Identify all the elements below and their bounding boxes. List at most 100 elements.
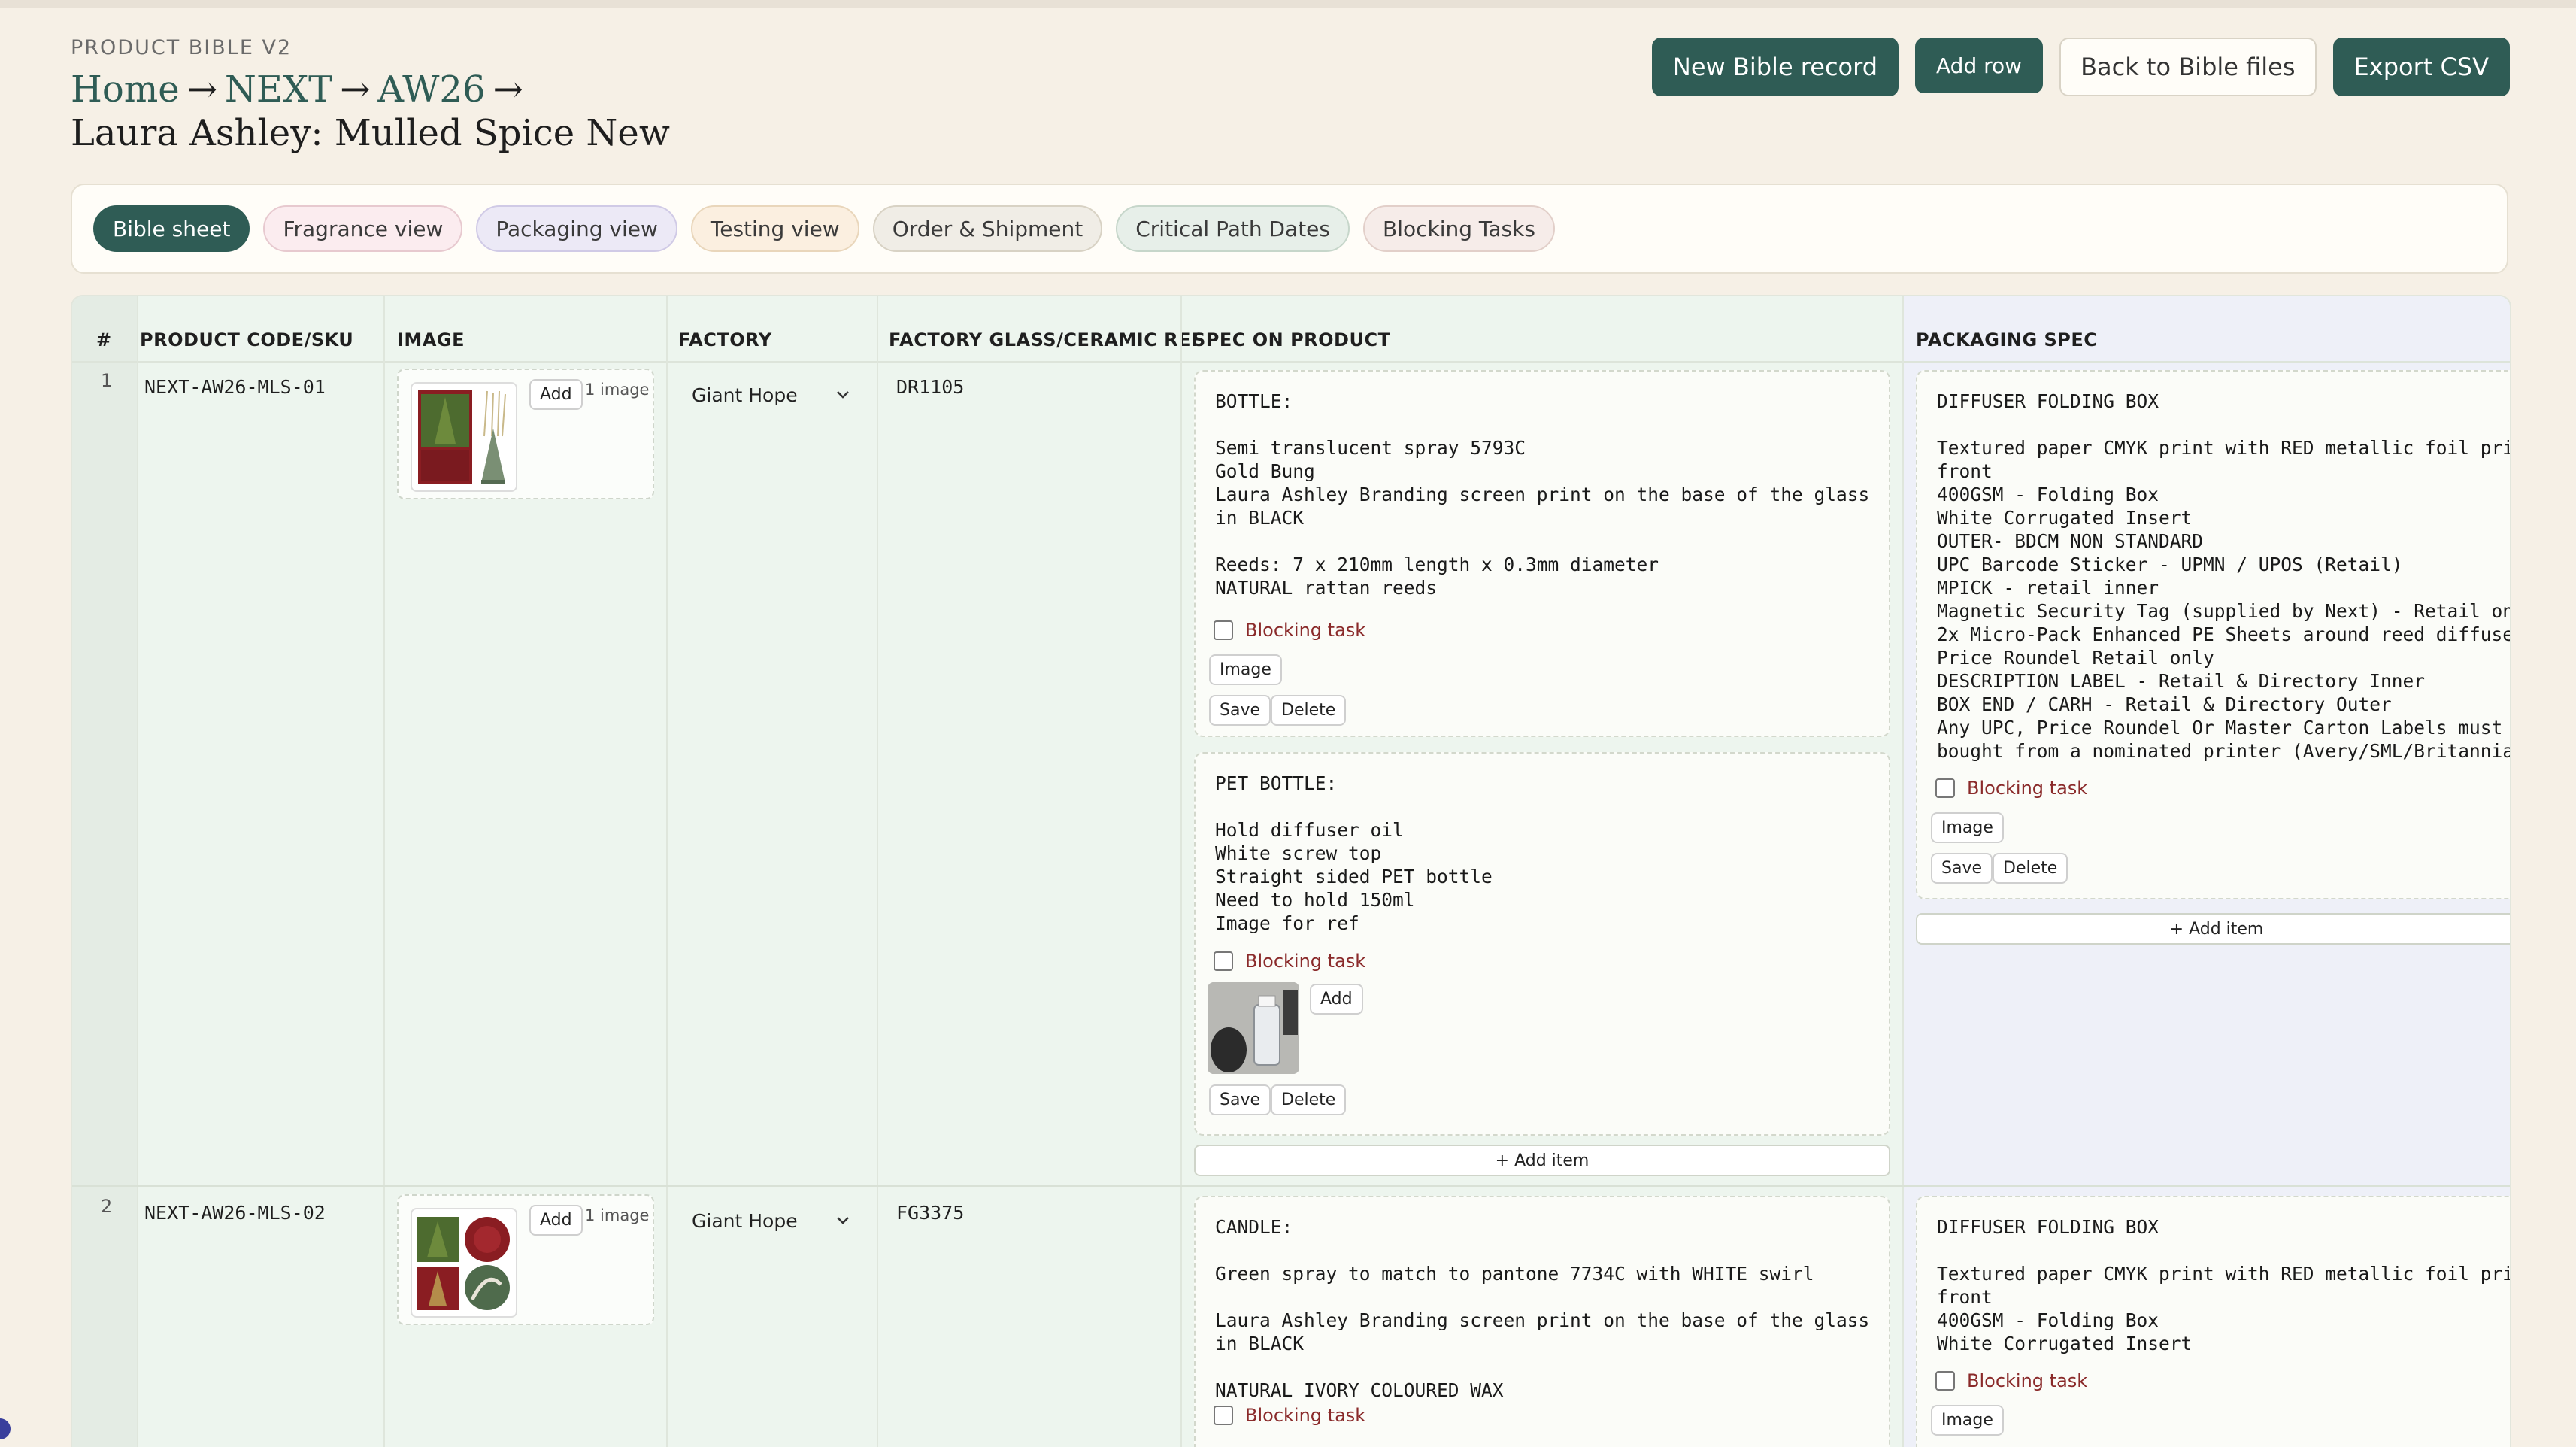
add-spec-item-button[interactable]: + Add item bbox=[1194, 1145, 1890, 1176]
spec-text[interactable]: PET BOTTLE: Hold diffuser oil White scre… bbox=[1215, 772, 1877, 952]
col-header-factory: FACTORY bbox=[678, 329, 772, 350]
back-to-bible-files-button[interactable]: Back to Bible files bbox=[2059, 38, 2317, 96]
view-tabs: Bible sheet Fragrance view Packaging vie… bbox=[71, 184, 2508, 274]
packaging-save-button[interactable]: Save bbox=[1931, 853, 1993, 884]
num-column-bg bbox=[72, 296, 137, 1447]
col-divider bbox=[137, 296, 138, 1447]
bible-table: # PRODUCT CODE/SKU IMAGE FACTORY FACTORY… bbox=[71, 295, 2511, 1447]
row-number: 2 bbox=[101, 1196, 113, 1217]
add-image-button[interactable]: Add bbox=[1310, 984, 1363, 1015]
breadcrumb: Home → NEXT → AW26 → Laura Ashley: Mulled Spi… bbox=[71, 68, 823, 155]
packaging-delete-button[interactable]: Delete bbox=[1993, 853, 2068, 884]
tab-order-shipment[interactable]: Order & Shipment bbox=[872, 205, 1103, 252]
blocking-task-checkbox[interactable] bbox=[1935, 1371, 1955, 1391]
app-label: PRODUCT BIBLE V2 bbox=[71, 36, 292, 59]
new-bible-record-button[interactable]: New Bible record bbox=[1651, 38, 1899, 96]
sku-value: NEXT-AW26-MLS-01 bbox=[144, 376, 326, 398]
header-actions: New Bible record Add row Back to Bible f… bbox=[1651, 38, 2510, 96]
diffuser-box-image bbox=[418, 390, 506, 484]
blocking-task-toggle[interactable]: Blocking task bbox=[1214, 951, 1365, 972]
tab-critical-path-dates[interactable]: Critical Path Dates bbox=[1116, 205, 1350, 252]
breadcrumb-home-link[interactable]: Home bbox=[71, 68, 180, 111]
spec-save-button[interactable]: Save bbox=[1209, 695, 1271, 726]
col-header-sku: PRODUCT CODE/SKU bbox=[140, 329, 354, 350]
blocking-task-checkbox[interactable] bbox=[1214, 951, 1233, 971]
add-image-button[interactable]: Add bbox=[529, 379, 583, 410]
blocking-task-toggle[interactable]: Blocking task bbox=[1214, 1405, 1365, 1426]
breadcrumb-aw26-link[interactable]: AW26 bbox=[377, 68, 485, 111]
factory-select[interactable]: Giant Hope bbox=[678, 1200, 869, 1241]
blocking-task-checkbox[interactable] bbox=[1214, 1406, 1233, 1425]
image-count: 1 image bbox=[585, 1206, 650, 1224]
blocking-task-label: Blocking task bbox=[1967, 1370, 2088, 1391]
tab-blocking-tasks[interactable]: Blocking Tasks bbox=[1363, 205, 1555, 252]
blocking-task-checkbox[interactable] bbox=[1935, 778, 1955, 798]
packaging-text[interactable]: DIFFUSER FOLDING BOX Textured paper CMYK… bbox=[1937, 1215, 2510, 1358]
add-packaging-item-button[interactable]: + Add item bbox=[1916, 913, 2510, 945]
col-divider bbox=[877, 296, 878, 1447]
col-header-num: # bbox=[96, 329, 112, 350]
col-divider bbox=[383, 296, 385, 1447]
breadcrumb-arrow-icon: → bbox=[340, 68, 371, 111]
spec-item-card: BOTTLE: Semi translucent spray 5793C Gol… bbox=[1194, 370, 1890, 737]
tab-fragrance-view[interactable]: Fragrance view bbox=[263, 205, 463, 252]
breadcrumb-next-link[interactable]: NEXT bbox=[225, 68, 332, 111]
packaging-image-button[interactable]: Image bbox=[1931, 812, 2004, 843]
export-csv-button[interactable]: Export CSV bbox=[2332, 38, 2510, 96]
breadcrumb-arrow-icon: → bbox=[186, 68, 217, 111]
breadcrumb-arrow-icon: → bbox=[492, 68, 523, 111]
col-divider bbox=[1902, 296, 1904, 1447]
packaging-item-card: DIFFUSER FOLDING BOX Textured paper CMYK… bbox=[1916, 370, 2510, 899]
blocking-task-checkbox[interactable] bbox=[1214, 620, 1233, 640]
row-divider bbox=[72, 1185, 2510, 1187]
col-divider bbox=[666, 296, 668, 1447]
chevron-down-icon bbox=[837, 391, 849, 399]
sku-value: NEXT-AW26-MLS-02 bbox=[144, 1202, 326, 1224]
spec-item-card: CANDLE: Green spray to match to pantone … bbox=[1194, 1196, 1890, 1447]
tab-packaging-view[interactable]: Packaging view bbox=[476, 205, 677, 252]
image-cell: Add 1 image bbox=[397, 369, 654, 499]
image-count: 1 image bbox=[585, 381, 650, 399]
col-header-spec: SPEC ON PRODUCT bbox=[1193, 329, 1391, 350]
spec-delete-button[interactable]: Delete bbox=[1271, 695, 1347, 726]
candle-box-image bbox=[417, 1217, 510, 1310]
blocking-task-toggle[interactable]: Blocking task bbox=[1935, 778, 2087, 799]
glass-ref-value: DR1105 bbox=[896, 376, 965, 398]
top-border bbox=[0, 0, 2576, 8]
col-header-glass-ref: FACTORY GLASS/CERAMIC REF bbox=[889, 329, 1204, 350]
spec-save-button[interactable]: Save bbox=[1209, 1084, 1271, 1115]
table-header: # PRODUCT CODE/SKU IMAGE FACTORY FACTORY… bbox=[72, 296, 2510, 363]
dock-indicator bbox=[0, 1418, 11, 1439]
blocking-task-label: Blocking task bbox=[1245, 1405, 1366, 1426]
pet-bottle-photo[interactable] bbox=[1208, 982, 1299, 1074]
blocking-task-label: Blocking task bbox=[1245, 620, 1366, 641]
add-row-button[interactable]: Add row bbox=[1915, 38, 2044, 93]
col-divider bbox=[1180, 296, 1182, 1447]
factory-select-value: Giant Hope bbox=[692, 1209, 798, 1232]
blocking-task-toggle[interactable]: Blocking task bbox=[1935, 1370, 2087, 1391]
spec-delete-button[interactable]: Delete bbox=[1271, 1084, 1347, 1115]
factory-select-value: Giant Hope bbox=[692, 384, 798, 406]
product-thumbnail[interactable] bbox=[411, 382, 517, 492]
glass-ref-value: FG3375 bbox=[896, 1202, 965, 1224]
spec-text[interactable]: BOTTLE: Semi translucent spray 5793C Gol… bbox=[1215, 390, 1877, 623]
spec-text[interactable]: CANDLE: Green spray to match to pantone … bbox=[1215, 1215, 1877, 1403]
packaging-image-button[interactable]: Image bbox=[1931, 1405, 2004, 1436]
spec-item-card: PET BOTTLE: Hold diffuser oil White scre… bbox=[1194, 752, 1890, 1136]
product-thumbnail[interactable] bbox=[411, 1208, 517, 1318]
factory-select[interactable]: Giant Hope bbox=[678, 375, 869, 415]
col-header-packaging: PACKAGING SPEC bbox=[1916, 329, 2098, 350]
row-number: 1 bbox=[101, 370, 113, 391]
tab-bible-sheet[interactable]: Bible sheet bbox=[93, 205, 250, 252]
spec-image-button[interactable]: Image bbox=[1209, 654, 1282, 685]
tab-testing-view[interactable]: Testing view bbox=[690, 205, 859, 252]
add-image-button[interactable]: Add bbox=[529, 1205, 583, 1236]
bottle-photo-image bbox=[1208, 982, 1299, 1074]
chevron-down-icon bbox=[837, 1217, 849, 1224]
blocking-task-label: Blocking task bbox=[1967, 778, 2088, 799]
packaging-text[interactable]: DIFFUSER FOLDING BOX Textured paper CMYK… bbox=[1937, 390, 2510, 788]
page-title: Laura Ashley: Mulled Spice New bbox=[71, 112, 670, 154]
blocking-task-label: Blocking task bbox=[1245, 951, 1366, 972]
col-header-image: IMAGE bbox=[397, 329, 465, 350]
blocking-task-toggle[interactable]: Blocking task bbox=[1214, 620, 1365, 641]
